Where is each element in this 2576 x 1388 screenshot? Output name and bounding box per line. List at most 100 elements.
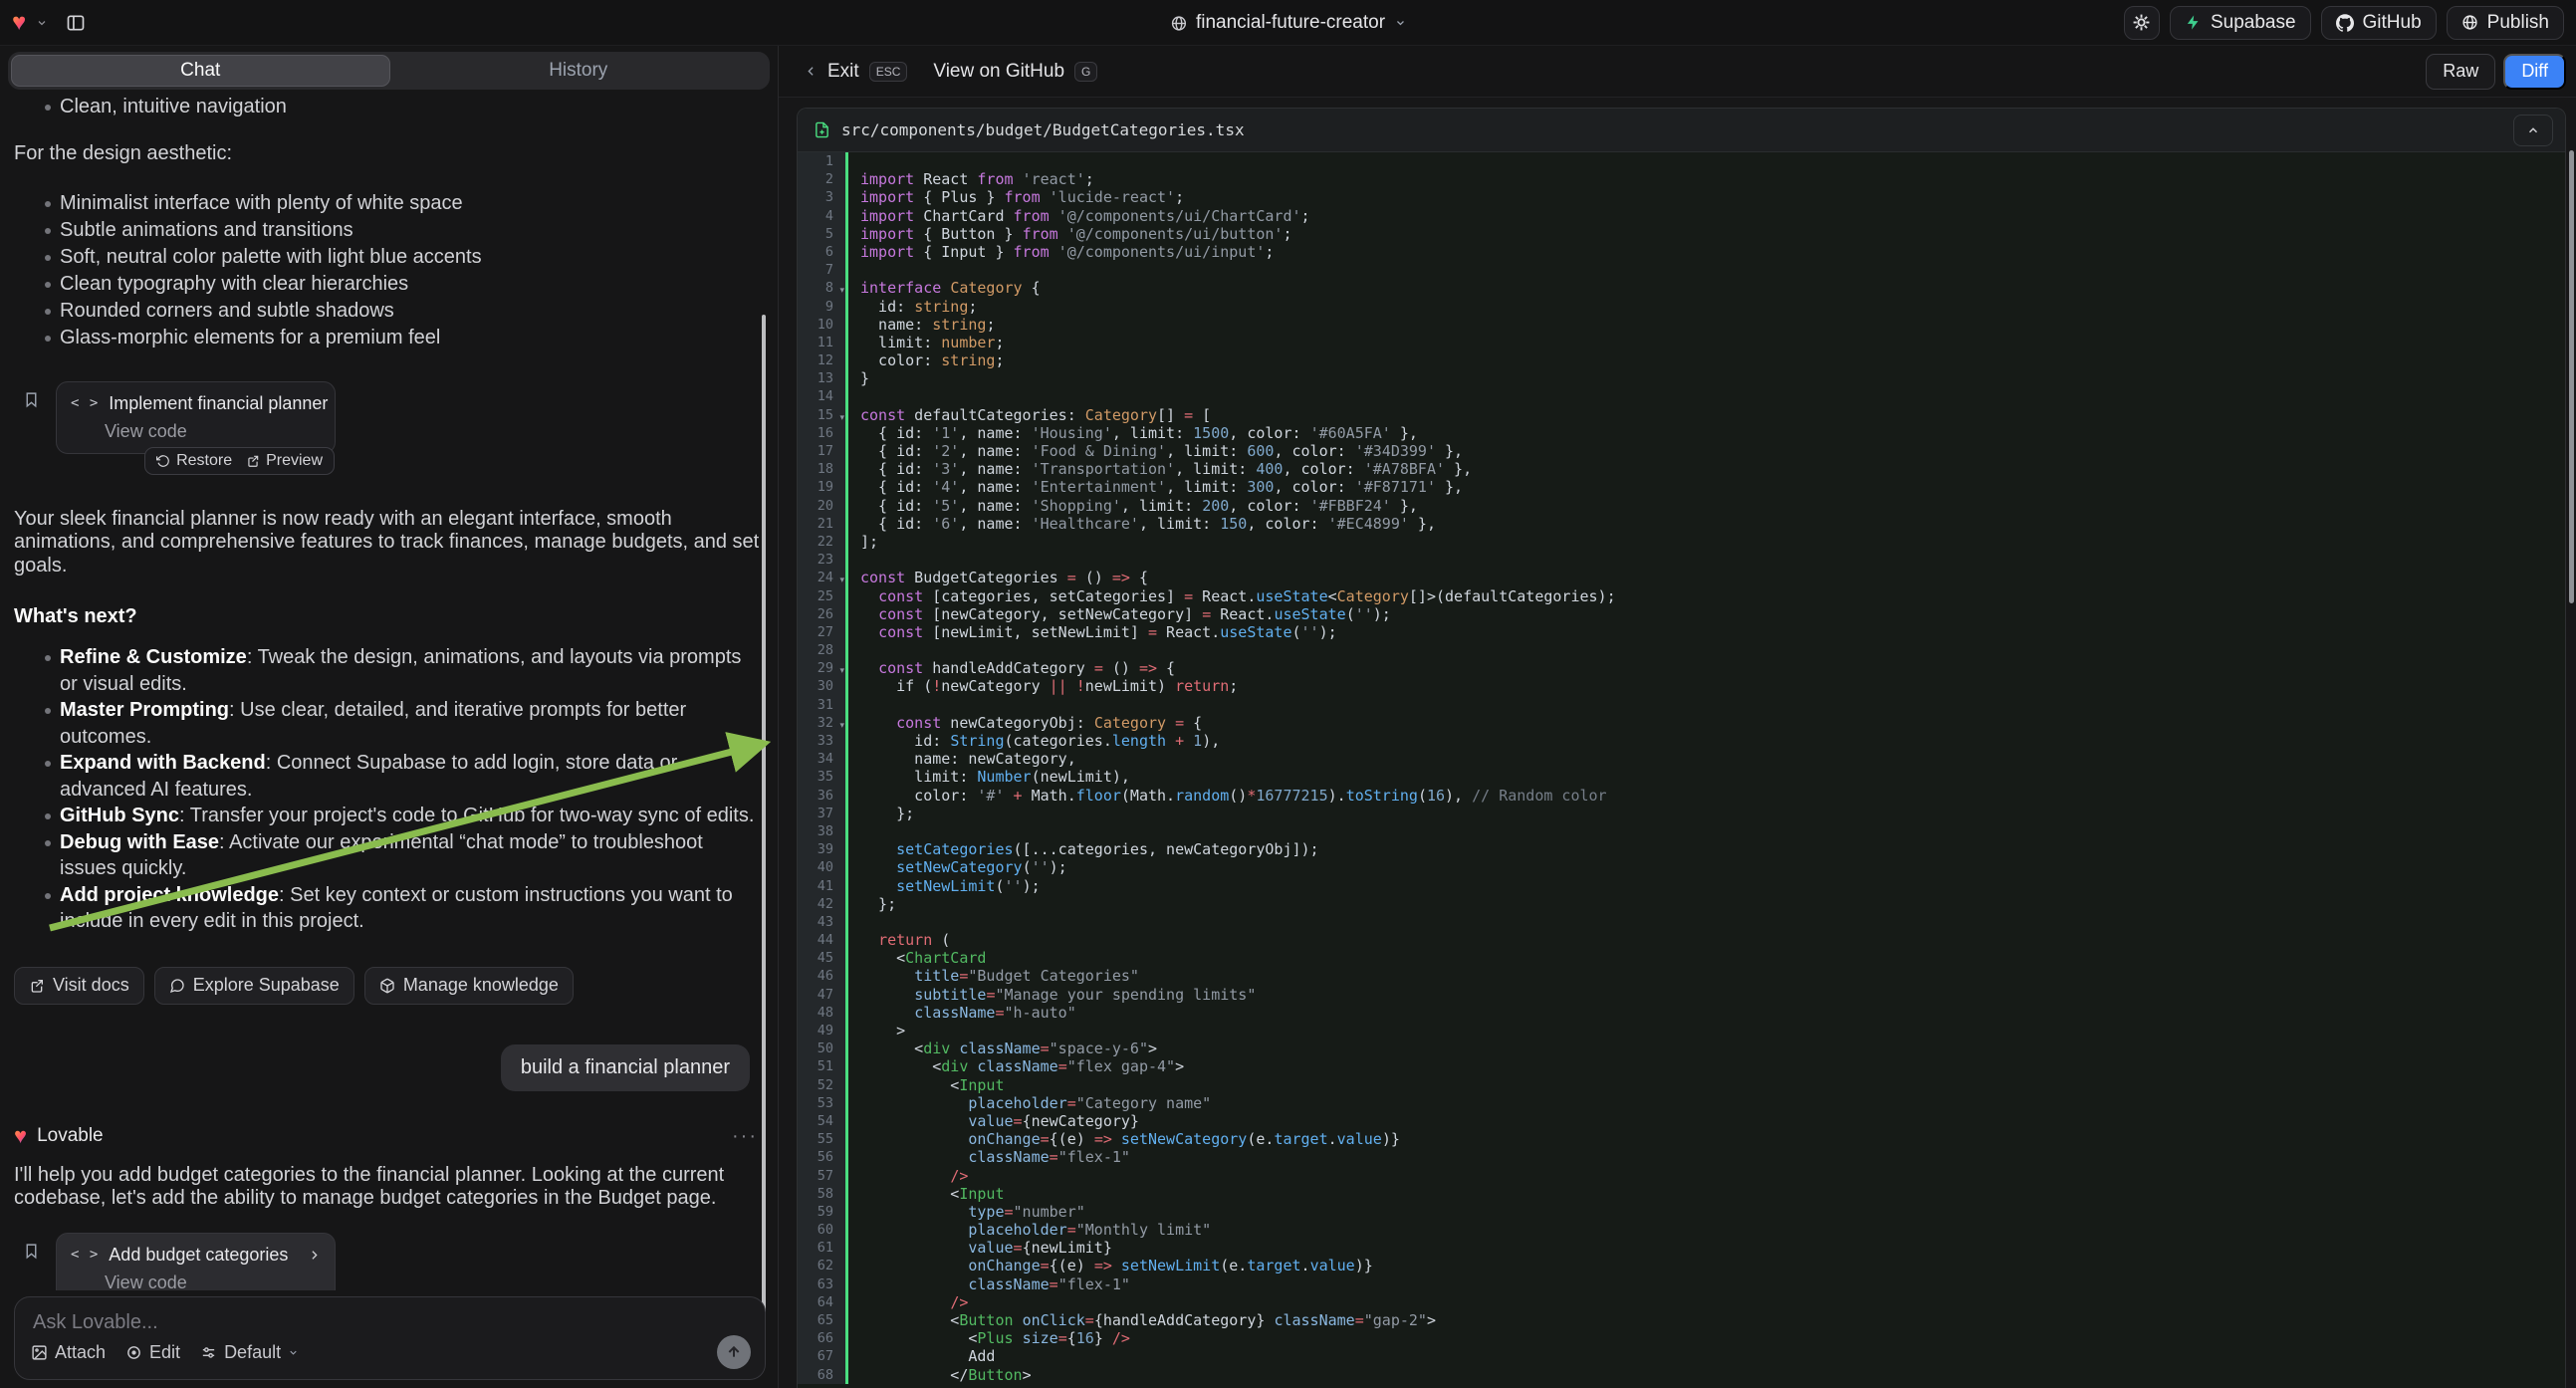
diff-toggle-button[interactable]: Diff: [2503, 54, 2566, 90]
version-card-implement-financial-planner[interactable]: < > Implement financial planner View cod…: [56, 381, 336, 454]
image-icon: [31, 1344, 48, 1361]
esc-key-badge: ESC: [869, 62, 908, 82]
globe-icon: [2461, 14, 2478, 31]
list-item: Minimalist interface with plenty of whit…: [14, 190, 764, 217]
external-link-icon: [29, 978, 45, 994]
view-on-github-button[interactable]: View on GitHub G: [933, 61, 1097, 83]
message-menu-button[interactable]: ···: [732, 1125, 758, 1148]
bookmark-icon[interactable]: [23, 389, 40, 410]
restore-icon: [156, 454, 170, 468]
gear-icon: [2132, 13, 2151, 32]
version-card-add-budget-categories[interactable]: < > Add budget categories View code Rest…: [56, 1233, 336, 1291]
g-key-badge: G: [1074, 62, 1097, 82]
bookmark-icon[interactable]: [23, 1241, 40, 1262]
exit-button[interactable]: Exit ESC: [805, 61, 907, 83]
target-icon: [125, 1344, 142, 1361]
globe-icon: [1170, 15, 1187, 32]
code-scrollbar[interactable]: [2569, 150, 2574, 603]
code-icon: < >: [71, 1247, 99, 1263]
explore-supabase-button[interactable]: Explore Supabase: [154, 967, 354, 1005]
package-icon: [379, 978, 395, 994]
file-path: src/components/budget/BudgetCategories.t…: [841, 120, 1245, 139]
panel-left-icon: [66, 13, 86, 33]
user-message: build a financial planner: [501, 1044, 750, 1091]
github-icon: [2336, 14, 2354, 32]
supabase-button[interactable]: Supabase: [2170, 6, 2311, 40]
collapse-file-button[interactable]: [2513, 115, 2553, 146]
view-code-link[interactable]: View code: [105, 1272, 321, 1291]
top-bar: ♥ financial-future-creator Supabase: [0, 0, 2576, 46]
chevron-down-icon[interactable]: [36, 17, 48, 29]
preview-button[interactable]: Preview: [246, 452, 323, 470]
ready-text: Your sleek financial planner is now read…: [14, 508, 764, 578]
publish-button[interactable]: Publish: [2447, 6, 2564, 40]
github-button[interactable]: GitHub: [2321, 6, 2437, 40]
chat-scrollbar[interactable]: [762, 315, 766, 1334]
app-window: ♥ financial-future-creator Supabase: [0, 0, 2576, 1388]
list-item: Soft, neutral color palette with light b…: [14, 244, 764, 271]
tab-chat[interactable]: Chat: [11, 55, 390, 87]
file-diff-card: src/components/budget/BudgetCategories.t…: [797, 108, 2566, 1388]
settings-button[interactable]: [2124, 6, 2160, 40]
send-button[interactable]: [717, 1335, 751, 1369]
list-item: Glass-morphic elements for a premium fee…: [14, 325, 764, 351]
list-item: Clean, intuitive navigation: [14, 96, 764, 120]
sidebar-toggle-button[interactable]: [58, 6, 94, 40]
version-card-wrap: < > Implement financial planner View cod…: [56, 381, 336, 454]
chevron-right-icon: [308, 1249, 321, 1262]
chevron-down-icon: [288, 1347, 299, 1358]
attach-button[interactable]: Attach: [31, 1342, 106, 1363]
chat-history-tabs: Chat History: [8, 52, 770, 90]
view-code-link[interactable]: View code: [105, 421, 321, 442]
tab-history[interactable]: History: [390, 55, 768, 87]
aesthetic-bullet-list: Minimalist interface with plenty of whit…: [14, 190, 764, 351]
restore-preview-toolbar: Restore Preview: [144, 447, 335, 475]
chevron-down-icon: [1394, 17, 1406, 29]
edit-mode-button[interactable]: Edit: [125, 1342, 180, 1363]
list-item: Add project knowledge: Set key context o…: [14, 882, 764, 935]
chevron-up-icon: [2526, 123, 2540, 137]
design-heading: For the design aesthetic:: [14, 142, 764, 166]
list-item: Rounded corners and subtle shadows: [14, 298, 764, 325]
list-item: Subtle animations and transitions: [14, 217, 764, 244]
raw-toggle-button[interactable]: Raw: [2426, 54, 2495, 90]
project-switcher[interactable]: financial-future-creator: [1170, 0, 1406, 46]
external-link-icon: [246, 454, 260, 468]
manage-knowledge-button[interactable]: Manage knowledge: [364, 967, 574, 1005]
chat-bubble-icon: [169, 978, 185, 994]
project-name: financial-future-creator: [1196, 12, 1385, 34]
list-item: GitHub Sync: Transfer your project's cod…: [14, 803, 764, 829]
supabase-bolt-icon: [2185, 14, 2202, 31]
quick-actions: Visit docs Explore Supabase Manage knowl…: [14, 967, 764, 1005]
list-item: Master Prompting: Use clear, detailed, a…: [14, 697, 764, 750]
file-header[interactable]: src/components/budget/BudgetCategories.t…: [798, 109, 2565, 152]
visit-docs-button[interactable]: Visit docs: [14, 967, 144, 1005]
list-item: Debug with Ease: Activate our experiment…: [14, 829, 764, 882]
model-selector[interactable]: Default: [200, 1342, 299, 1363]
chevron-left-icon: [805, 65, 818, 78]
assistant-header: ♥ Lovable ···: [14, 1125, 764, 1148]
assistant-name: Lovable: [37, 1125, 104, 1147]
whats-next-heading: What's next?: [14, 605, 764, 628]
bullet-list: Clean, intuitive navigation: [14, 96, 764, 120]
lovable-avatar: ♥: [14, 1125, 27, 1147]
intro-text: I'll help you add budget categories to t…: [14, 1164, 764, 1211]
chat-messages[interactable]: Clean, intuitive navigation For the desi…: [0, 96, 778, 1290]
version-card-title: Add budget categories: [109, 1245, 298, 1266]
restore-button[interactable]: Restore: [156, 452, 232, 470]
code-panel: Exit ESC View on GitHub G Raw Diff src/c…: [779, 46, 2576, 1388]
code-toolbar: Exit ESC View on GitHub G Raw Diff: [779, 46, 2576, 98]
list-item: Clean typography with clear hierarchies: [14, 271, 764, 298]
list-item: Expand with Backend: Connect Supabase to…: [14, 750, 764, 803]
file-added-icon: [814, 120, 830, 139]
version-card-title: Implement financial planner: [109, 393, 328, 414]
chat-input[interactable]: [33, 1311, 747, 1334]
code-lines[interactable]: 12import React from 'react';3import { Pl…: [798, 152, 2565, 1388]
arrow-up-icon: [726, 1344, 742, 1360]
chat-panel: Chat History Clean, intuitive navigation…: [0, 46, 779, 1388]
list-item: Refine & Customize: Tweak the design, an…: [14, 644, 764, 697]
lovable-logo-icon[interactable]: ♥: [12, 11, 26, 35]
code-icon: < >: [71, 395, 99, 411]
composer: Attach Edit Default: [14, 1296, 766, 1380]
next-steps-list: Refine & Customize: Tweak the design, an…: [14, 644, 764, 935]
